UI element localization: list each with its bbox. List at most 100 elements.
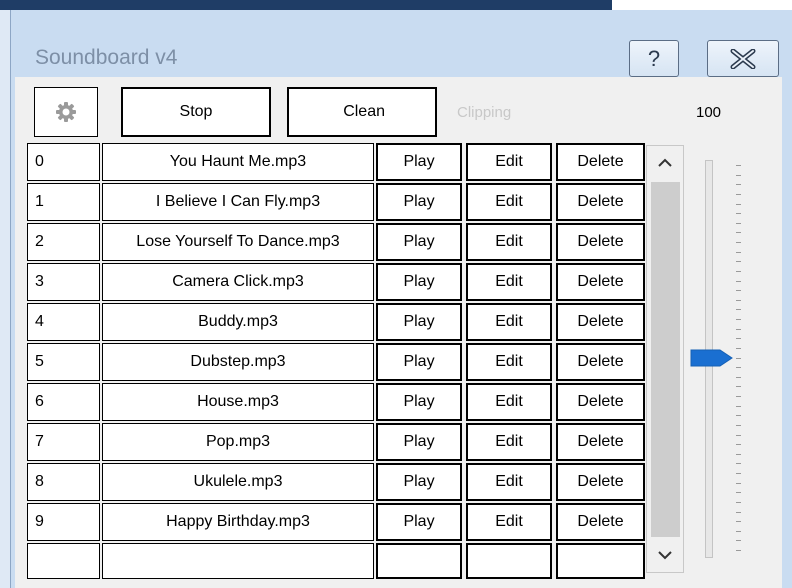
play-button[interactable]: Play — [376, 143, 462, 181]
help-button[interactable]: ? — [629, 40, 679, 77]
slider-tick — [736, 174, 741, 176]
row-index: 9 — [27, 503, 100, 541]
sound-name[interactable]: Lose Yourself To Dance.mp3 — [102, 223, 374, 261]
sound-name[interactable]: Buddy.mp3 — [102, 303, 374, 341]
sound-list-scrollbar[interactable] — [646, 145, 684, 573]
delete-button[interactable]: Delete — [556, 503, 645, 541]
edit-button[interactable]: Edit — [466, 143, 552, 181]
slider-tick — [736, 386, 741, 388]
slider-tick — [736, 261, 741, 263]
slider-tick — [736, 396, 741, 397]
slider-tick — [736, 530, 741, 532]
empty-cell — [376, 543, 462, 579]
delete-button[interactable]: Delete — [556, 263, 645, 301]
scroll-up-button[interactable] — [647, 146, 683, 180]
close-x-icon — [730, 48, 756, 69]
settings-button[interactable] — [34, 87, 98, 137]
slider-tick — [736, 501, 741, 503]
slider-tick — [736, 473, 741, 474]
slider-tick — [736, 309, 741, 311]
edit-button[interactable]: Edit — [466, 223, 552, 261]
sound-row: 2 Lose Yourself To Dance.mp3 Play Edit Delet… — [27, 223, 645, 263]
sound-name[interactable]: I Believe I Can Fly.mp3 — [102, 183, 374, 221]
play-button[interactable]: Play — [376, 383, 462, 421]
slider-tick — [736, 540, 741, 542]
sound-name[interactable]: Dubstep.mp3 — [102, 343, 374, 381]
slider-tick — [736, 251, 741, 253]
sound-name[interactable]: Pop.mp3 — [102, 423, 374, 461]
slider-tick — [736, 521, 741, 523]
scroll-thumb[interactable] — [651, 182, 680, 537]
slider-tick — [736, 165, 741, 166]
gear-icon — [56, 102, 76, 122]
delete-button[interactable]: Delete — [556, 463, 645, 501]
row-index: 6 — [27, 383, 100, 421]
top-strip-dark — [0, 0, 612, 10]
delete-button[interactable]: Delete — [556, 383, 645, 421]
play-button[interactable]: Play — [376, 263, 462, 301]
sound-row: 5 Dubstep.mp3 Play Edit Delete — [27, 343, 645, 383]
sound-name[interactable]: Ukulele.mp3 — [102, 463, 374, 501]
edit-button[interactable]: Edit — [466, 263, 552, 301]
row-index: 2 — [27, 223, 100, 261]
row-index: 3 — [27, 263, 100, 301]
delete-button[interactable]: Delete — [556, 343, 645, 381]
edit-button[interactable]: Edit — [466, 303, 552, 341]
clipping-indicator: Clipping — [457, 104, 512, 121]
slider-tick — [736, 222, 741, 224]
edit-button[interactable]: Edit — [466, 503, 552, 541]
play-button[interactable]: Play — [376, 183, 462, 221]
slider-tick — [736, 328, 741, 330]
slider-tick — [736, 232, 741, 234]
top-strip — [0, 0, 792, 10]
scroll-down-button[interactable] — [647, 538, 683, 572]
row-index: 5 — [27, 343, 100, 381]
play-button[interactable]: Play — [376, 223, 462, 261]
row-index: 8 — [27, 463, 100, 501]
sound-row: 9 Happy Birthday.mp3 Play Edit Delete — [27, 503, 645, 543]
sound-row: 1I Believe I Can Fly.mp3 Play Edit Delete — [27, 183, 645, 223]
delete-button[interactable]: Delete — [556, 423, 645, 461]
slider-tick — [736, 492, 741, 494]
delete-button[interactable]: Delete — [556, 303, 645, 341]
slider-tick — [736, 242, 741, 243]
empty-cell — [27, 543, 100, 579]
edit-button[interactable]: Edit — [466, 383, 552, 421]
slider-tick — [736, 424, 741, 426]
clean-button[interactable]: Clean — [287, 87, 437, 137]
play-button[interactable]: Play — [376, 303, 462, 341]
slider-tick — [736, 280, 741, 282]
slider-tick — [736, 444, 741, 446]
play-button[interactable]: Play — [376, 463, 462, 501]
slider-tick — [736, 290, 741, 292]
sound-name[interactable]: House.mp3 — [102, 383, 374, 421]
play-button[interactable]: Play — [376, 343, 462, 381]
play-button[interactable]: Play — [376, 423, 462, 461]
sound-row: 0 You Haunt Me.mp3 Play Edit Delete — [27, 143, 645, 183]
edit-button[interactable]: Edit — [466, 183, 552, 221]
play-button[interactable]: Play — [376, 503, 462, 541]
slider-tick — [736, 463, 741, 465]
window-title: Soundboard v4 — [35, 46, 178, 69]
slider-tick — [736, 434, 741, 436]
delete-button[interactable]: Delete — [556, 183, 645, 221]
sound-name[interactable]: You Haunt Me.mp3 — [102, 143, 374, 181]
slider-tick — [736, 550, 741, 551]
stop-button[interactable]: Stop — [121, 87, 271, 137]
slider-tick — [736, 367, 741, 369]
edit-button[interactable]: Edit — [466, 423, 552, 461]
edit-button[interactable]: Edit — [466, 343, 552, 381]
sound-name[interactable]: Happy Birthday.mp3 — [102, 503, 374, 541]
empty-cell — [556, 543, 645, 579]
close-button[interactable] — [707, 40, 779, 77]
empty-cell — [466, 543, 552, 579]
delete-button[interactable]: Delete — [556, 223, 645, 261]
chevron-down-icon — [658, 551, 672, 560]
slider-tick — [736, 338, 741, 340]
edit-button[interactable]: Edit — [466, 463, 552, 501]
slider-tick — [736, 347, 741, 349]
empty-row — [27, 543, 645, 583]
delete-button[interactable]: Delete — [556, 143, 645, 181]
volume-slider-thumb[interactable] — [690, 348, 734, 368]
sound-name[interactable]: Camera Click.mp3 — [102, 263, 374, 301]
